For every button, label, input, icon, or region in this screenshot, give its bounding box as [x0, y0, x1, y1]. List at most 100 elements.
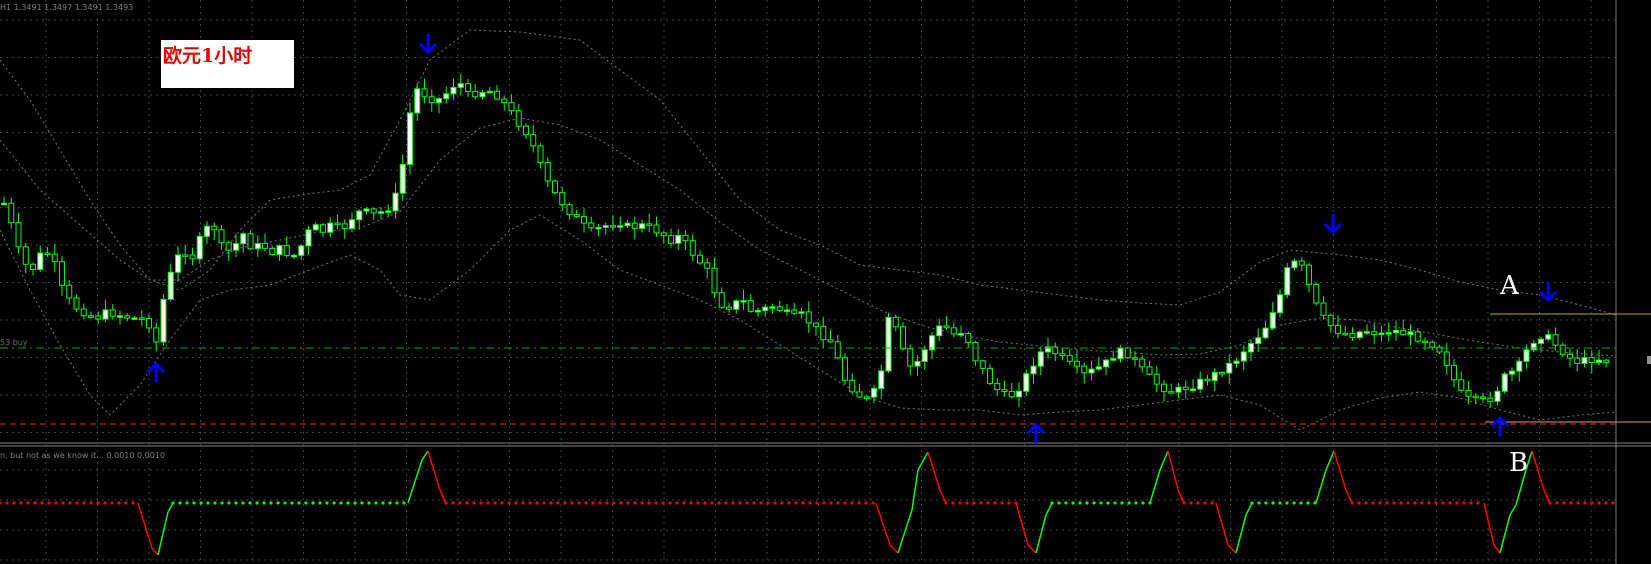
candle-body — [1400, 329, 1407, 336]
indicator-dot — [1413, 501, 1417, 505]
candle-body — [59, 261, 65, 286]
candle-body — [320, 224, 326, 233]
indicator-dot — [1064, 501, 1068, 505]
candle-body — [1110, 358, 1117, 361]
indicator-dot — [12, 501, 16, 505]
candle-body — [51, 253, 58, 263]
indicator-dot — [1434, 501, 1438, 505]
indicator-dot — [1299, 501, 1303, 505]
candle-body — [689, 240, 696, 256]
candle-body — [566, 204, 573, 216]
candle-body — [581, 216, 587, 224]
candle-body — [240, 233, 247, 245]
indicator-dot — [829, 501, 833, 505]
candle-body — [1509, 370, 1515, 375]
buy-line-label: 53 buy — [0, 338, 28, 347]
indicator-dot — [332, 501, 336, 505]
candle-body — [486, 90, 493, 94]
indicator-dot — [1427, 501, 1431, 505]
candle-body — [1335, 325, 1341, 334]
indicator-dot — [213, 501, 217, 505]
candle-body — [436, 98, 442, 104]
candle-body — [421, 88, 428, 98]
candle-body — [204, 225, 210, 237]
candle-body — [943, 325, 950, 329]
candle-body — [1567, 353, 1573, 359]
indicator-dot — [220, 501, 224, 505]
indicator-dot — [276, 501, 280, 505]
candle-body — [639, 223, 645, 229]
indicator-dot — [759, 501, 763, 505]
candle-body — [762, 306, 769, 312]
indicator-header: n, but not as we know it... 0.0010 0.001… — [0, 451, 165, 460]
candle-body — [153, 327, 160, 343]
candle-body — [544, 162, 551, 182]
candle-body — [747, 300, 754, 312]
indicator-dot — [1448, 501, 1452, 505]
indicator-dot — [619, 501, 623, 505]
candle-body — [1559, 344, 1566, 355]
candle-body — [109, 309, 116, 317]
indicator-dot — [1399, 501, 1403, 505]
indicator-dot — [304, 501, 308, 505]
indicator-dot — [1569, 501, 1573, 505]
indicator-dot — [325, 501, 329, 505]
candle-body — [827, 339, 834, 343]
candle-body — [1342, 332, 1349, 336]
candle-body — [1443, 351, 1450, 366]
candle-body — [392, 192, 399, 212]
indicator-dot — [794, 501, 798, 505]
candle-body — [726, 306, 732, 310]
candle-body — [1197, 378, 1204, 390]
indicator-dot — [1441, 501, 1445, 505]
indicator-dot — [822, 501, 826, 505]
candle-body — [1298, 260, 1305, 266]
candle-body — [1291, 260, 1298, 269]
indicator-dot — [633, 501, 637, 505]
indicator-dot — [682, 501, 686, 505]
indicator-dot — [986, 501, 990, 505]
candle-body — [769, 306, 776, 309]
candle-body — [1081, 365, 1088, 374]
candle-body — [1364, 331, 1370, 334]
indicator-dot — [612, 501, 616, 505]
indicator-dot — [290, 501, 294, 505]
indicator-dot — [318, 501, 322, 505]
candle-body — [610, 225, 616, 228]
indicator-dot — [1548, 501, 1552, 505]
candle-body — [385, 210, 392, 213]
candle-body — [1277, 294, 1283, 314]
candle-body — [552, 180, 558, 194]
annotation-text: 欧元1小时 — [163, 45, 253, 67]
indicator-dot — [117, 501, 121, 505]
candle-body — [1030, 365, 1037, 375]
candle-body — [1487, 397, 1494, 402]
indicator-dot — [958, 501, 962, 505]
indicator-dot — [472, 501, 476, 505]
candle-body — [211, 225, 218, 231]
candle-body — [102, 309, 109, 320]
indicator-dot — [1050, 501, 1054, 505]
indicator-dot — [451, 501, 455, 505]
candle-body — [73, 297, 80, 310]
candle-body — [805, 311, 812, 324]
candle-body — [291, 254, 297, 258]
candle-body — [958, 332, 964, 336]
candle-body — [834, 341, 841, 359]
indicator-dot — [731, 501, 735, 505]
candle-body — [1074, 360, 1080, 367]
candle-body — [646, 223, 653, 226]
candle-body — [276, 245, 283, 256]
candle-body — [1269, 312, 1276, 329]
indicator-dot — [68, 501, 72, 505]
candle-body — [682, 234, 689, 242]
candle-body — [465, 83, 471, 92]
indicator-dot — [584, 501, 588, 505]
candle-body — [8, 202, 15, 224]
indicator-dot — [696, 501, 700, 505]
indicator-dot — [710, 501, 714, 505]
indicator-dot — [1378, 501, 1382, 505]
candle-body — [813, 322, 819, 327]
indicator-dot — [283, 501, 287, 505]
indicator-dot — [227, 501, 231, 505]
